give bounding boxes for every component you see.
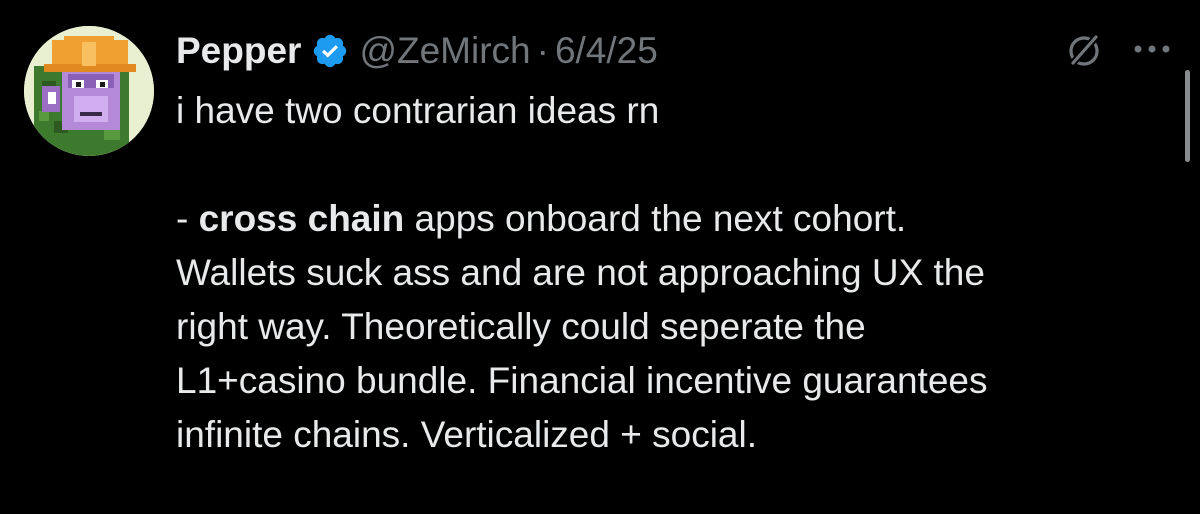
avatar-image [24, 26, 154, 156]
more-options-icon[interactable] [1130, 34, 1174, 64]
bullet-prefix: - [176, 198, 199, 239]
bold-text: cross chain [198, 198, 405, 239]
tweet[interactable]: Pepper @ZeMirch · 6/4/25 i have two cont… [0, 0, 1200, 514]
tweet-text-line: i have two contrarian ideas rn [176, 90, 660, 131]
verified-badge-icon [311, 32, 349, 70]
post-date[interactable]: 6/4/25 [555, 30, 658, 72]
tweet-text: i have two contrarian ideas rn - cross c… [176, 84, 1166, 462]
user-handle[interactable]: @ZeMirch [359, 30, 530, 72]
header-separator: · [536, 30, 549, 71]
tweet-text-line: Wallets suck ass and are not approaching… [176, 252, 985, 293]
tweet-text-line: L1+casino bundle. Financial incentive gu… [176, 360, 988, 401]
scrollbar[interactable] [1185, 70, 1190, 162]
bullet-rest: apps onboard the next cohort. [404, 198, 907, 239]
avatar[interactable] [24, 26, 154, 156]
tweet-text-line: infinite chains. Verticalized + social. [176, 414, 757, 455]
grok-icon[interactable] [1064, 30, 1104, 70]
display-name[interactable]: Pepper [176, 30, 301, 72]
tweet-text-line: - cross chain apps onboard the next coho… [176, 192, 1166, 246]
tweet-header: Pepper @ZeMirch · 6/4/25 [176, 24, 658, 78]
tweet-text-line: right way. Theoretically could seperate … [176, 306, 866, 347]
